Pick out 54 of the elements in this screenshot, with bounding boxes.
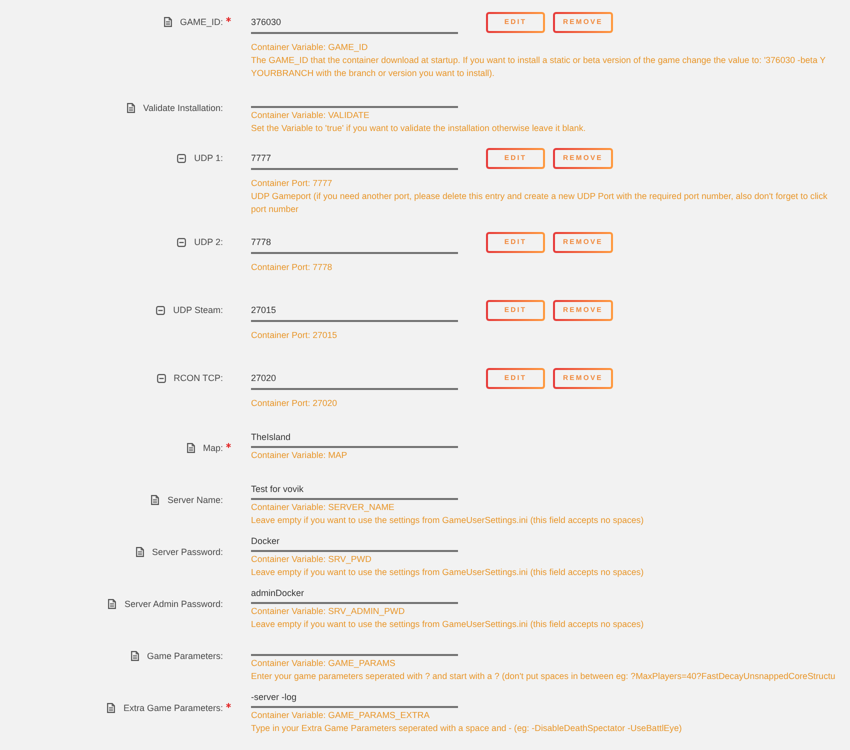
field-description: Enter your game parameters seperated with ? and start with a ? (don't put spaces in between eg: ?MaxPlayers=40?FastDecayUnsnappedCoreStructu bbox=[251, 670, 836, 683]
document-icon bbox=[151, 495, 160, 505]
field-label: UDP Steam: bbox=[173, 304, 223, 316]
field-label: Map: bbox=[202, 442, 223, 454]
field-label: RCON TCP: bbox=[174, 372, 223, 384]
field-label: Server Admin Password: bbox=[124, 598, 223, 610]
container-variable-note: Container Variable: GAME_PARAMS bbox=[251, 657, 396, 670]
minus-square-icon[interactable] bbox=[177, 238, 186, 246]
text-field[interactable]: 376030 bbox=[251, 11, 458, 34]
minus-square-icon[interactable] bbox=[177, 154, 186, 162]
field-label: GAME_ID: bbox=[180, 16, 223, 28]
text-field[interactable]: 7777 bbox=[251, 147, 458, 170]
document-icon bbox=[130, 651, 139, 661]
document-icon bbox=[108, 599, 116, 609]
container-variable-note: Container Variable: GAME_PARAMS_EXTRA bbox=[251, 709, 431, 722]
field-description: Leave empty if you want to use the settings from GameUserSettings.ini (this field accepts no spaces) bbox=[251, 566, 644, 579]
container-variable-note: Container Port: 27015 bbox=[251, 329, 338, 342]
field-description: Type in your Extra Game Parameters seperated with a space and - (eg: -DisableDeathSpectator -UseBattlEye) bbox=[251, 722, 682, 735]
text-field[interactable]: 27015 bbox=[251, 299, 458, 322]
field-label: Extra Game Parameters: bbox=[123, 702, 223, 714]
text-field[interactable]: 7778 bbox=[251, 231, 458, 254]
container-variable-note: Container Port: 7778 bbox=[251, 261, 334, 274]
field-description: Leave empty if you want to use the settings from GameUserSettings.ini (this field accepts no spaces) bbox=[251, 514, 644, 527]
container-variable-note: Container Variable: MAP bbox=[251, 449, 348, 462]
container-variable-note: Container Variable: VALIDATE bbox=[251, 109, 370, 122]
text-field[interactable]: TheIsland bbox=[251, 431, 458, 448]
field-label: Validate Installation: bbox=[143, 102, 223, 114]
document-icon bbox=[127, 103, 136, 113]
document-icon bbox=[186, 443, 195, 453]
container-variable-note: Container Variable: SRV_PWD bbox=[251, 553, 372, 566]
text-field[interactable]: Test for vovik bbox=[251, 483, 458, 500]
document-icon bbox=[164, 17, 172, 27]
field-label: Server Password: bbox=[152, 546, 223, 558]
field-description: Set the Variable to 'true' if you want to validate the installation otherwise leave it blank. bbox=[251, 122, 586, 135]
container-variable-note: Container Port: 27020 bbox=[251, 397, 338, 410]
text-field[interactable]: Docker bbox=[251, 535, 458, 552]
text-field[interactable]: -server -log bbox=[251, 691, 458, 708]
field-label: UDP 2: bbox=[194, 236, 223, 248]
container-variable-note: Container Port: 7777 bbox=[251, 177, 334, 190]
field-label: Game Parameters: bbox=[146, 650, 223, 662]
container-variable-note: Container Variable: SRV_ADMIN_PWD bbox=[251, 605, 406, 618]
field-description: The GAME_ID that the container download at startup. If you want to install a static or beta version of the game change the value to: '376030 -beta Y YOURBRANCH with the branch or version you want to install). bbox=[251, 54, 826, 80]
container-variable-note: Container Variable: SERVER_NAME bbox=[251, 501, 396, 514]
field-description: Leave empty if you want to use the settings from GameUserSettings.ini (this field accepts no spaces) bbox=[251, 618, 644, 631]
minus-square-icon[interactable] bbox=[156, 306, 166, 314]
container-variable-note: Container Variable: GAME_ID bbox=[251, 41, 369, 54]
field-label: Server Name: bbox=[167, 494, 223, 506]
document-icon bbox=[136, 547, 144, 557]
document-icon bbox=[107, 703, 116, 713]
text-field[interactable]: adminDocker bbox=[251, 587, 458, 604]
field-label: UDP 1: bbox=[194, 152, 223, 164]
minus-square-icon[interactable] bbox=[156, 374, 166, 382]
text-field[interactable]: 27020 bbox=[251, 367, 458, 390]
field-description: UDP Gameport (if you need another port, please delete this entry and create a new UDP Port with the required port number, also don't forget to click port number bbox=[251, 190, 828, 216]
